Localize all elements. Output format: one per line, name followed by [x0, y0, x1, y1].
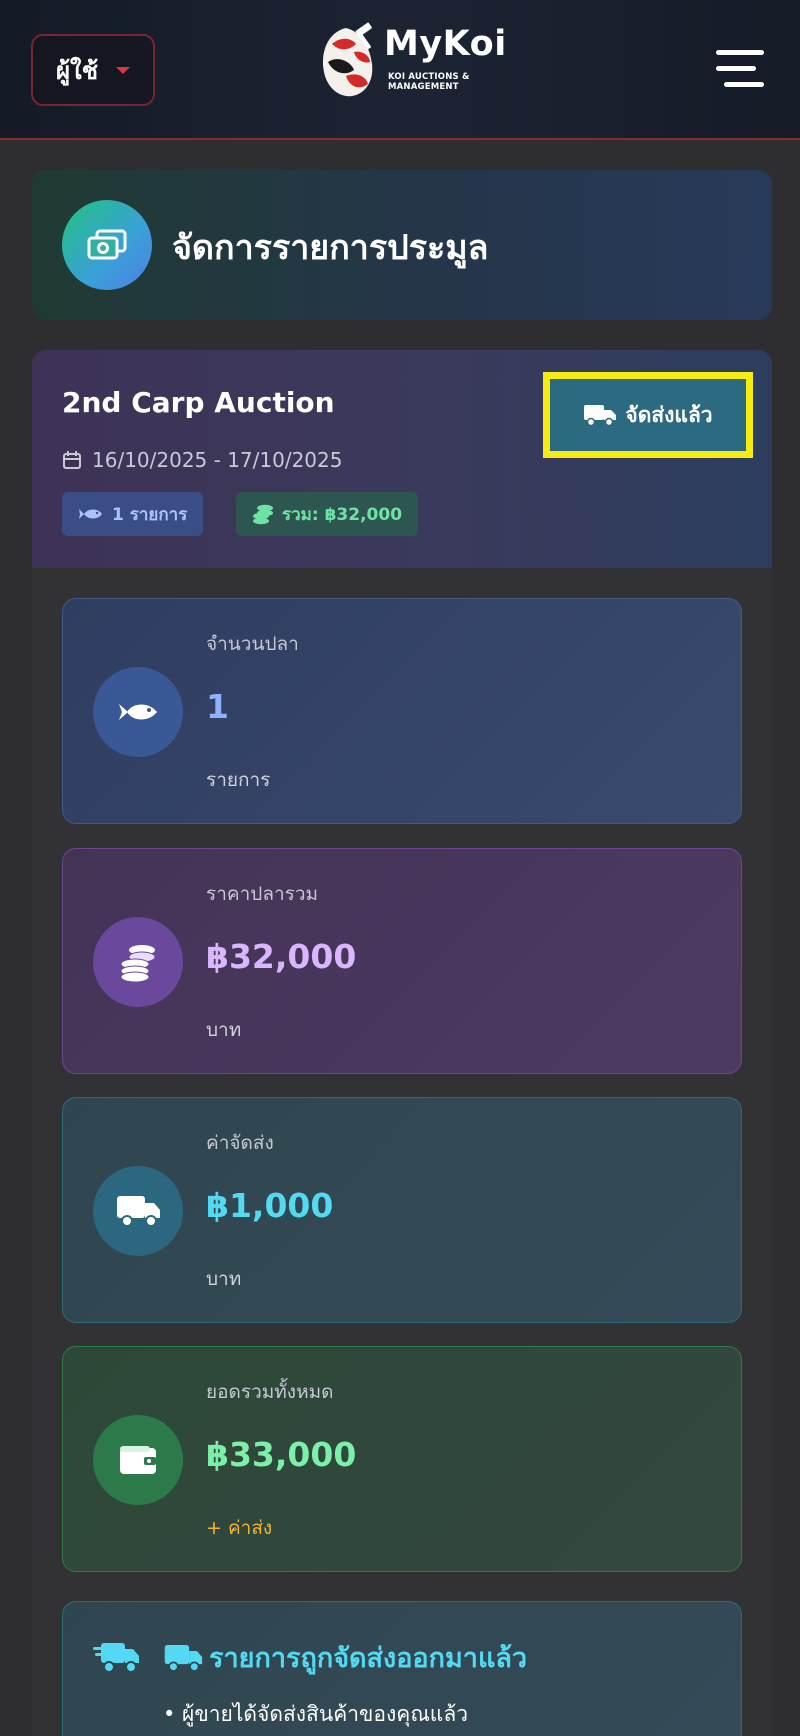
auction-date-text: 16/10/2025 - 17/10/2025 — [92, 448, 343, 472]
money-bill-icon — [62, 200, 152, 290]
truck-icon — [93, 1166, 183, 1256]
shipped-status-label: จัดส่งแล้ว — [625, 402, 713, 427]
stat-unit: บาท — [206, 1019, 242, 1041]
stat-label: ยอดรวมทั้งหมด — [206, 1381, 334, 1403]
stat-fish-price-total: ราคาปลารวม ฿32,000 บาท — [62, 848, 742, 1074]
truck-icon — [93, 1642, 139, 1673]
coins-icon — [93, 917, 183, 1007]
stat-unit: บาท — [206, 1268, 242, 1290]
stat-unit: + ค่าส่ง — [206, 1517, 273, 1539]
coins-icon — [253, 504, 273, 525]
wallet-icon — [93, 1415, 183, 1505]
calendar-icon — [63, 451, 81, 469]
truck-icon — [584, 405, 617, 427]
stat-value: ฿33,000 — [206, 1435, 357, 1474]
auction-date: 16/10/2025 - 17/10/2025 — [62, 448, 342, 472]
auction-header: 2nd Carp Auction 16/10/2025 - 17/10/2025… — [32, 350, 772, 568]
stat-label: จำนวนปลา — [206, 633, 299, 655]
brand-name: MyKoi — [384, 24, 507, 64]
truck-icon — [164, 1644, 203, 1672]
shipped-notice: รายการถูกจัดส่งออกมาแล้ว • ผู้ขายได้จัดส… — [62, 1601, 742, 1736]
brand-tagline: KOI AUCTIONS & MANAGEMENT — [388, 72, 470, 92]
fish-icon — [93, 667, 183, 757]
stat-label: ราคาปลารวม — [206, 883, 319, 905]
caret-down-icon — [116, 66, 131, 74]
stat-unit: รายการ — [206, 769, 271, 791]
stat-value: 1 — [206, 687, 229, 726]
stat-label: ค่าจัดส่ง — [206, 1132, 274, 1154]
shipped-status-button[interactable]: จัดส่งแล้ว — [543, 372, 753, 458]
notice-title-text: รายการถูกจัดส่งออกมาแล้ว — [209, 1643, 528, 1674]
items-count-text: 1 รายการ — [112, 504, 188, 525]
user-menu-button[interactable]: ผู้ใช้ — [31, 34, 155, 106]
stat-value: ฿32,000 — [206, 937, 357, 976]
total-price-badge: รวม: ฿32,000 — [236, 492, 419, 536]
fish-icon — [79, 509, 102, 519]
hamburger-menu-icon[interactable] — [716, 50, 764, 88]
notice-title: รายการถูกจัดส่งออกมาแล้ว — [163, 1636, 527, 1679]
stat-shipping-cost: ค่าจัดส่ง ฿1,000 บาท — [62, 1097, 742, 1323]
koi-logo-icon — [322, 22, 373, 97]
auction-title: 2nd Carp Auction — [62, 386, 335, 419]
auction-card: 2nd Carp Auction 16/10/2025 - 17/10/2025… — [32, 350, 772, 1736]
brand-logo[interactable]: MyKoi KOI AUCTIONS & MANAGEMENT — [316, 20, 506, 104]
total-price-text: รวม: ฿32,000 — [282, 504, 403, 525]
notice-bullet: • ผู้ขายได้จัดส่งสินค้าของคุณแล้ว — [163, 1702, 468, 1726]
user-menu-label: ผู้ใช้ — [55, 56, 99, 85]
page-title-card: จัดการรายการประมูล — [32, 170, 772, 320]
stat-fish-count: จำนวนปลา 1 รายการ — [62, 598, 742, 824]
top-header: ผู้ใช้ MyKoi KOI AUCTIONS & MANAGEMENT — [0, 0, 800, 140]
items-count-badge: 1 รายการ — [62, 492, 204, 536]
stat-grand-total: ยอดรวมทั้งหมด ฿33,000 + ค่าส่ง — [62, 1346, 742, 1572]
page-title: จัดการรายการประมูล — [172, 228, 489, 268]
stat-value: ฿1,000 — [206, 1186, 334, 1225]
